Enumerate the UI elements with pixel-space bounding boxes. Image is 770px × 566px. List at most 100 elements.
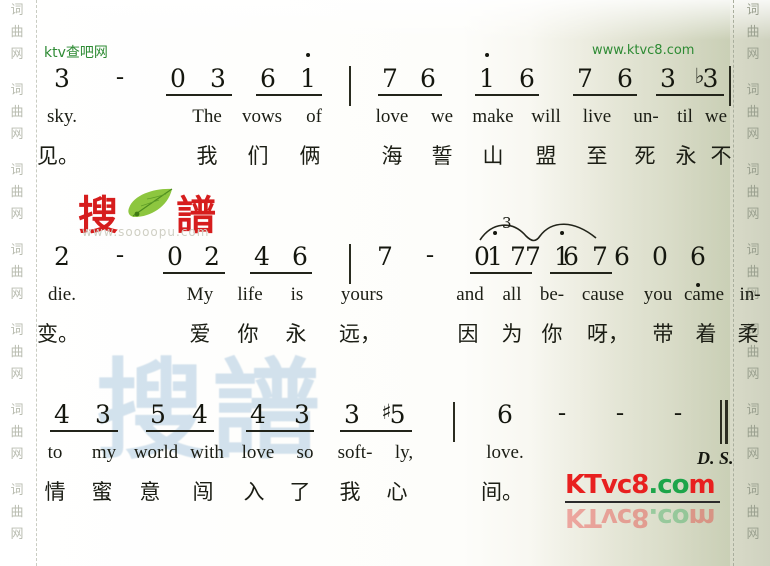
note-token: - bbox=[426, 242, 434, 268]
lyric-syllable-cn: 着 bbox=[695, 322, 717, 346]
lyric-syllable-cn: 誓 bbox=[431, 144, 453, 168]
note-token: 2 bbox=[204, 242, 220, 271]
note-beam bbox=[166, 94, 232, 96]
upper-octave-dot bbox=[560, 231, 564, 235]
note-token: 4 bbox=[54, 400, 70, 429]
note-token: - bbox=[674, 400, 682, 426]
lyric-syllable-en: cause bbox=[581, 284, 625, 305]
lyric-syllable-cn: 带 bbox=[652, 322, 674, 346]
lyric-syllable-en: all bbox=[502, 284, 522, 305]
lyric-syllable-en: ly, bbox=[394, 442, 414, 463]
note-token: 4 bbox=[254, 242, 270, 271]
note-token: 0 bbox=[167, 242, 183, 271]
lyric-syllable-en: with bbox=[190, 442, 224, 463]
lyric-syllable-en: be- bbox=[539, 284, 565, 305]
lyric-syllable-en: we bbox=[704, 106, 728, 127]
lyric-syllable-en: world bbox=[133, 442, 179, 463]
lyric-syllable-cn: 入 bbox=[243, 480, 265, 504]
lyric-syllable-cn: 至 bbox=[586, 144, 608, 168]
note-token: 4 bbox=[250, 400, 266, 429]
lyric-syllable-cn: 死 bbox=[634, 144, 656, 168]
note-token: 1 bbox=[300, 53, 316, 93]
lyrics-row-english: to my world with love so soft-ly, love. bbox=[0, 438, 770, 474]
margin-watermark-group: 词曲网 bbox=[2, 0, 32, 66]
barline bbox=[349, 66, 351, 106]
margin-watermark-group: 词曲网 bbox=[738, 0, 768, 66]
accidental-symbol: ♭ bbox=[694, 64, 705, 88]
note-beam bbox=[340, 430, 412, 432]
lyric-syllable-en: my bbox=[91, 442, 117, 463]
lyric-syllable-en: un- bbox=[633, 106, 659, 127]
lyric-syllable-en: is bbox=[290, 284, 304, 305]
lyric-syllable-cn: 为 bbox=[501, 322, 523, 346]
header-left-link[interactable]: ktv查吧网 bbox=[44, 42, 108, 62]
upper-octave-dot bbox=[306, 53, 310, 57]
note-token: 5 bbox=[150, 400, 166, 429]
sheet-music-page: 词曲网词曲网词曲网词曲网词曲网词曲网词曲网 词曲网词曲网词曲网词曲网词曲网词曲网… bbox=[0, 0, 770, 566]
lyric-syllable-cn: 了 bbox=[289, 480, 311, 504]
lyric-syllable-cn: 柔 bbox=[737, 322, 759, 346]
note-token: 6 bbox=[690, 242, 706, 287]
note-token: - bbox=[116, 242, 124, 268]
upper-octave-dot bbox=[493, 231, 497, 235]
lyric-syllable-cn: 见。 bbox=[37, 144, 79, 168]
lyric-syllable-cn: 永 bbox=[285, 322, 307, 346]
music-system-1: 3-0 3 6 1 7 6 1 6 7 6 3 ♭3 sky. The vows of love we make wi… bbox=[0, 53, 770, 174]
note-token: 3 bbox=[210, 64, 226, 93]
note-token: 3 bbox=[294, 400, 310, 429]
lyric-syllable-cn: 不 bbox=[710, 144, 732, 168]
note-token: 6 bbox=[260, 64, 276, 93]
margin-watermark-char: 曲 bbox=[746, 25, 760, 40]
upper-octave-dot bbox=[485, 53, 489, 57]
header-right-link[interactable]: www.ktvc8.com bbox=[592, 43, 694, 58]
note-token: 6 bbox=[292, 242, 308, 271]
notation-row: 3-0 3 6 1 7 6 1 6 7 6 3 ♭3 bbox=[0, 53, 770, 106]
margin-watermark-char: 词 bbox=[10, 3, 24, 18]
note-token: 7 bbox=[382, 64, 398, 93]
lyric-syllable-en: you bbox=[643, 284, 673, 305]
ds-repeat-mark: D. S. bbox=[697, 448, 734, 468]
lyric-syllable-cn: 们 bbox=[247, 144, 269, 168]
note-token: 6 bbox=[614, 242, 630, 271]
lyric-syllable-en: sky. bbox=[47, 106, 77, 127]
note-beam bbox=[470, 272, 532, 274]
note-token: 6 bbox=[563, 242, 579, 271]
margin-watermark-char: 网 bbox=[10, 207, 24, 222]
lyric-syllable-cn: 闯 bbox=[192, 480, 214, 504]
note-token: 4 bbox=[192, 400, 208, 429]
note-beam bbox=[378, 94, 442, 96]
lyric-syllable-cn: 情 bbox=[44, 480, 66, 504]
lyric-syllable-en: came bbox=[683, 284, 725, 305]
lyric-syllable-cn: 心 bbox=[386, 480, 408, 504]
lyric-syllable-en: soft- bbox=[337, 442, 373, 463]
note-beam bbox=[550, 272, 612, 274]
note-beam bbox=[475, 94, 539, 96]
lyric-syllable-cn: 永 bbox=[675, 144, 697, 168]
lyric-syllable-en: live bbox=[582, 106, 612, 127]
margin-watermark-char: 曲 bbox=[10, 25, 24, 40]
lyric-syllable-cn: 山 bbox=[482, 144, 504, 168]
note-token: 1 bbox=[487, 231, 503, 271]
lyric-syllable-cn: 蜜 bbox=[91, 480, 113, 504]
leaf-icon bbox=[128, 188, 173, 217]
lyric-syllable-en: love bbox=[241, 442, 275, 463]
margin-watermark-char: 网 bbox=[746, 527, 760, 542]
note-beam bbox=[246, 430, 314, 432]
note-token: - bbox=[616, 400, 624, 426]
souopu-logo-watermark: 搜 譜 www.soooopu.com bbox=[78, 183, 268, 239]
note-token: 3 bbox=[344, 400, 360, 429]
note-beam bbox=[50, 430, 118, 432]
lyric-syllable-en: so bbox=[296, 442, 314, 463]
note-token: ♭3 bbox=[694, 64, 719, 93]
music-system-3: 4 3 5 4 4 3 3 ♯5 6- - - to my world with love so soft-ly,… bbox=[0, 398, 770, 510]
souopu-logo-url: www.soooopu.com bbox=[82, 225, 210, 239]
music-system-2: 3 2-0 2 4 6 7-0 7 1 7 1 7 6 6 0 6 die. My life is yours and a… bbox=[0, 214, 770, 352]
lyric-syllable-cn: 间。 bbox=[481, 480, 523, 504]
lyric-syllable-en: die. bbox=[48, 284, 76, 305]
lyric-syllable-cn: 我 bbox=[196, 144, 218, 168]
lyric-syllable-en: make bbox=[472, 106, 514, 127]
note-token: 1 bbox=[479, 53, 495, 93]
lyric-syllable-en: in- bbox=[739, 284, 761, 305]
lyric-syllable-en: yours bbox=[340, 284, 384, 305]
lyric-syllable-cn: 俩 bbox=[299, 144, 321, 168]
